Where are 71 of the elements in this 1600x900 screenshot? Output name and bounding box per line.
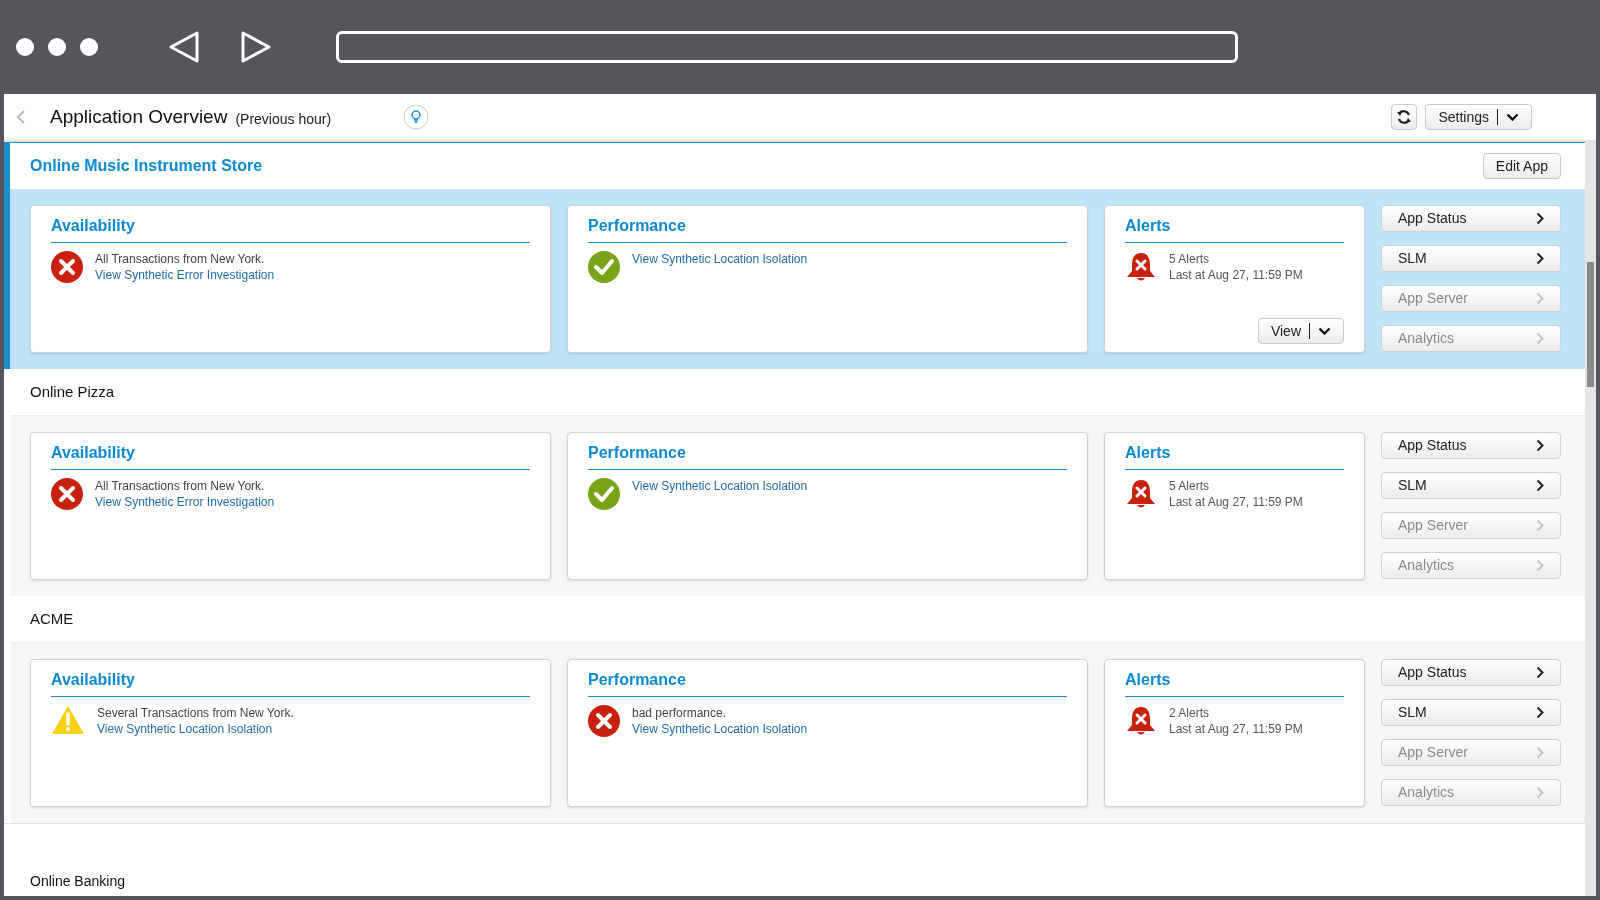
link[interactable]: View Synthetic Location Isolation [632, 478, 808, 494]
card-title: Performance [588, 441, 1067, 470]
alert-bell-icon [1125, 478, 1157, 510]
page-period: (Previous hour) [235, 109, 332, 129]
card-title: Alerts [1125, 214, 1344, 243]
chevron-right-icon [1536, 706, 1544, 719]
chevron-right-icon [1536, 559, 1544, 572]
link[interactable]: View Synthetic Error Investigation [95, 267, 275, 283]
alert-count: 5 Alerts [1169, 478, 1211, 494]
lightbulb-icon[interactable] [403, 104, 430, 130]
nav-button[interactable]: App Status [1381, 432, 1561, 459]
card-title: Availability [51, 441, 530, 470]
chevron-right-icon [1536, 439, 1544, 452]
app-section[interactable] [4, 142, 1585, 369]
chevron-right-icon [1536, 479, 1544, 492]
forward-icon[interactable] [240, 30, 272, 64]
error-icon [51, 478, 83, 510]
nav-button[interactable]: App Status [1381, 659, 1561, 686]
link[interactable]: View Synthetic Error Investigation [95, 494, 275, 510]
card-title: Performance [588, 214, 1067, 243]
caret-down-icon [1318, 327, 1331, 335]
app-name: Online Pizza [30, 381, 115, 402]
check-icon [588, 251, 620, 283]
card-title: Availability [51, 214, 530, 243]
status-message: All Transactions from New York. [95, 478, 266, 494]
status-message: All Transactions from New York. [95, 251, 266, 267]
chevron-right-icon [1536, 786, 1544, 799]
status-message: bad performance. [632, 705, 728, 721]
check-icon [588, 478, 620, 510]
chevron-right-icon [1536, 212, 1544, 225]
nav-button[interactable]: SLM [1381, 699, 1561, 726]
alert-bell-icon [1125, 251, 1157, 283]
status-message: Several Transactions from New York. [97, 705, 294, 721]
page-title: Application Overview [50, 104, 228, 129]
alert-bell-icon [1125, 705, 1157, 737]
card-title: Availability [51, 668, 530, 697]
card-title: Performance [588, 668, 1067, 697]
card-title: Alerts [1125, 441, 1344, 470]
app-name: Online Banking [30, 872, 125, 891]
chevron-right-icon [1536, 252, 1544, 265]
view-dropdown-button[interactable]: View [1257, 318, 1344, 344]
caret-down-icon [1506, 113, 1519, 121]
scrollbar[interactable] [1585, 142, 1596, 896]
nav-button[interactable]: SLM [1381, 472, 1561, 499]
address-bar[interactable] [336, 31, 1238, 63]
error-icon [588, 705, 620, 737]
alert-time: Last at Aug 27, 11:59 PM [1169, 267, 1303, 283]
alert-count: 5 Alerts [1169, 251, 1211, 267]
chevron-right-icon [1536, 666, 1544, 679]
nav-button[interactable]: App Status [1381, 205, 1561, 232]
refresh-button[interactable] [1391, 104, 1418, 130]
nav-button[interactable]: SLM [1381, 245, 1561, 272]
link[interactable]: View Synthetic Location Isolation [632, 721, 808, 737]
edit-app-button[interactable]: Edit App [1482, 153, 1561, 179]
card-title: Alerts [1125, 668, 1344, 697]
alert-time: Last at Aug 27, 11:59 PM [1169, 721, 1303, 737]
alert-count: 2 Alerts [1169, 705, 1211, 721]
app-name: Online Music Instrument Store [30, 156, 263, 176]
chevron-right-icon [1536, 746, 1544, 759]
warning-icon [51, 705, 85, 735]
error-icon [51, 251, 83, 283]
app-name: ACME [30, 608, 74, 629]
settings-dropdown-button[interactable]: Settings [1425, 104, 1532, 130]
alert-time: Last at Aug 27, 11:59 PM [1169, 494, 1303, 510]
link[interactable]: View Synthetic Location Isolation [632, 251, 808, 267]
chevron-right-icon [1536, 519, 1544, 532]
back-icon[interactable] [168, 30, 200, 64]
chevron-right-icon [1536, 292, 1544, 305]
refresh-icon [1396, 109, 1413, 125]
link[interactable]: View Synthetic Location Isolation [97, 721, 294, 737]
chevron-right-icon [1536, 332, 1544, 345]
